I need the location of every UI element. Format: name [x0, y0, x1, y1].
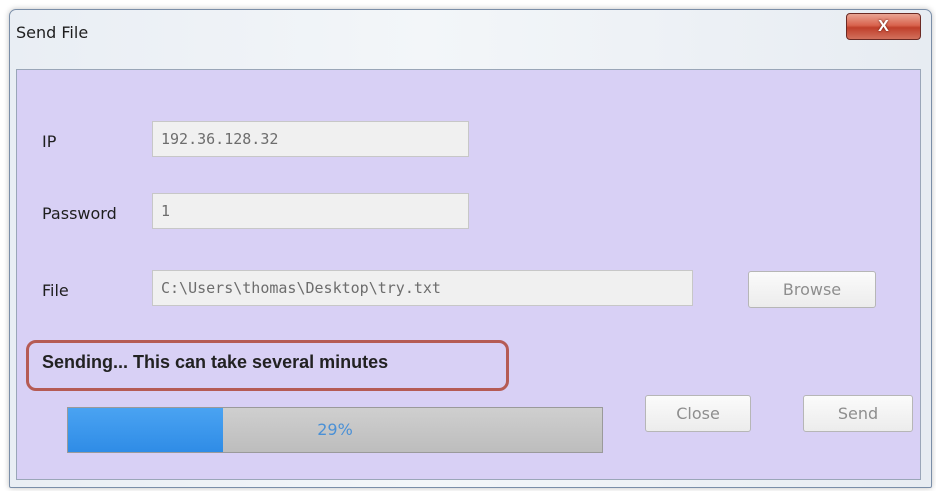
file-path-field[interactable]: C:\Users\thomas\Desktop\try.txt [152, 270, 693, 306]
status-message: Sending... This can take several minutes [42, 352, 389, 372]
progress-label: 29% [317, 420, 353, 439]
ip-field[interactable]: 192.36.128.32 [152, 121, 469, 157]
close-icon: X [878, 18, 889, 35]
password-field[interactable]: 1 [152, 193, 469, 229]
browse-button[interactable]: Browse [748, 271, 876, 308]
window-close-button[interactable]: X [846, 13, 921, 40]
ip-label: IP [42, 132, 57, 151]
window-title: Send File [16, 23, 89, 42]
password-label: Password [42, 204, 117, 223]
progress-bar: 29% [67, 407, 603, 453]
file-label: File [42, 281, 69, 300]
send-button[interactable]: Send [803, 395, 913, 432]
close-button[interactable]: Close [645, 395, 751, 432]
